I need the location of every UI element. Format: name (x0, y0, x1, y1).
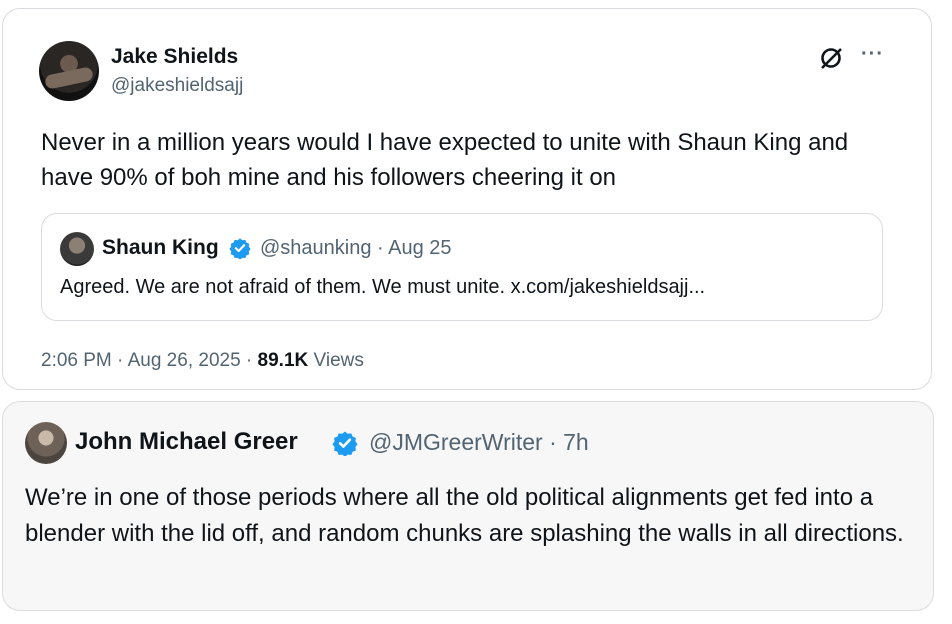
verified-badge-icon (332, 431, 358, 456)
author-name[interactable]: Jake Shields (111, 45, 238, 69)
more-options-icon[interactable]: ··· (861, 43, 884, 66)
reply-tweet-card[interactable]: John Michael Greer @JMGreerWriter · 7h W… (2, 401, 934, 611)
reply-tweet-text: We’re in one of those periods where all … (25, 484, 904, 547)
verified-badge-icon (229, 238, 251, 259)
main-tweet-card[interactable]: Jake Shields @jakeshieldsajj ··· Never i… (2, 8, 932, 390)
reply-author-name[interactable]: John Michael Greer (75, 428, 298, 456)
quoted-tweet-meta: @shaunking · Aug 25 (260, 237, 452, 259)
john-michael-greer-avatar[interactable] (25, 422, 67, 464)
views-count: 89.1K (257, 350, 309, 371)
jake-shields-avatar[interactable] (39, 41, 99, 101)
tweet-timestamp[interactable]: 2:06 PM · Aug 26, 2025 · (41, 350, 258, 371)
quoted-tweet[interactable]: Shaun King @shaunking · Aug 25 Agreed. W… (41, 213, 883, 321)
grok-icon[interactable] (818, 45, 844, 71)
quoted-author-name: Shaun King (102, 236, 219, 259)
tweet-text: Never in a million years would I have ex… (41, 129, 849, 191)
reply-tweet-meta[interactable]: @JMGreerWriter · 7h (369, 429, 589, 456)
author-handle[interactable]: @jakeshieldsajj (111, 75, 243, 97)
shaun-king-avatar (60, 232, 94, 266)
tweet-footer: 2:06 PM · Aug 26, 2025 · 89.1K Views (41, 350, 364, 372)
views-label: Views (308, 350, 364, 371)
quoted-tweet-text: Agreed. We are not afraid of them. We mu… (60, 276, 706, 298)
